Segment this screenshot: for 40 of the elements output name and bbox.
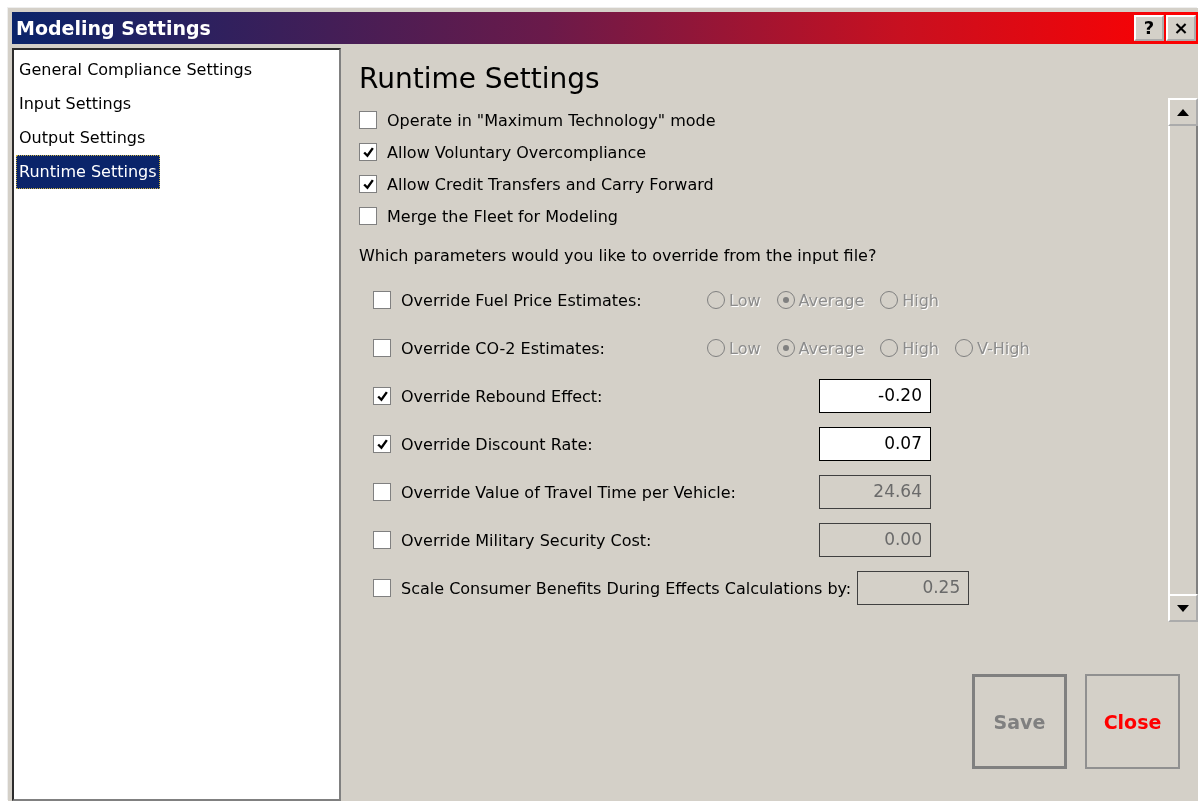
sidebar-item[interactable]: Input Settings <box>16 87 135 121</box>
radio-label: V-High <box>977 338 1030 358</box>
sidebar-item[interactable]: Output Settings <box>16 121 149 155</box>
close-button[interactable]: × <box>1166 15 1196 41</box>
scroll-up-button[interactable] <box>1168 98 1198 126</box>
option-label: Override Military Security Cost: <box>401 530 653 550</box>
checkbox[interactable] <box>359 207 377 225</box>
down-arrow-icon <box>1177 604 1189 612</box>
checkbox[interactable] <box>373 435 391 453</box>
up-arrow-icon <box>1177 108 1189 116</box>
option-label: Override CO-2 Estimates: <box>401 338 606 358</box>
radio-label: Average <box>798 290 865 310</box>
checkbox[interactable] <box>359 175 377 193</box>
option-label: Override Rebound Effect: <box>401 386 604 406</box>
radio-label: Average <box>798 338 865 358</box>
sidebar-item[interactable]: Runtime Settings <box>16 155 160 189</box>
radio-label: High <box>902 290 939 310</box>
radio-label: Low <box>729 338 761 358</box>
option-label: Scale Consumer Benefits During Effects Calculations by: <box>401 578 853 598</box>
checkbox[interactable] <box>359 111 377 129</box>
option-label: Operate in "Maximum Technology" mode <box>387 110 716 130</box>
sidebar-item[interactable]: General Compliance Settings <box>16 53 256 87</box>
checkbox[interactable] <box>373 387 391 405</box>
option-label: Override Discount Rate: <box>401 434 594 454</box>
radio-label: High <box>902 338 939 358</box>
option-label: Override Value of Travel Time per Vehicle: <box>401 482 737 502</box>
option-label: Allow Voluntary Overcompliance <box>387 142 647 162</box>
section-heading: Runtime Settings <box>359 62 601 97</box>
input-field[interactable]: 0.07 <box>819 427 931 461</box>
option-label: Override Fuel Price Estimates: <box>401 290 643 310</box>
checkbox[interactable] <box>359 143 377 161</box>
input-field[interactable]: -0.20 <box>819 379 931 413</box>
option-label: Allow Credit Transfers and Carry Forward <box>387 174 714 194</box>
question-text: Which parameters would you like to override from the input file? <box>359 246 878 267</box>
scroll-bar[interactable] <box>1168 98 1198 622</box>
radio-label: Low <box>729 290 761 310</box>
scroll-down-button[interactable] <box>1168 594 1198 622</box>
window-title: Modeling Settings <box>16 17 211 39</box>
help-button[interactable]: ? <box>1134 15 1164 41</box>
option-label: Merge the Fleet for Modeling <box>387 206 618 226</box>
